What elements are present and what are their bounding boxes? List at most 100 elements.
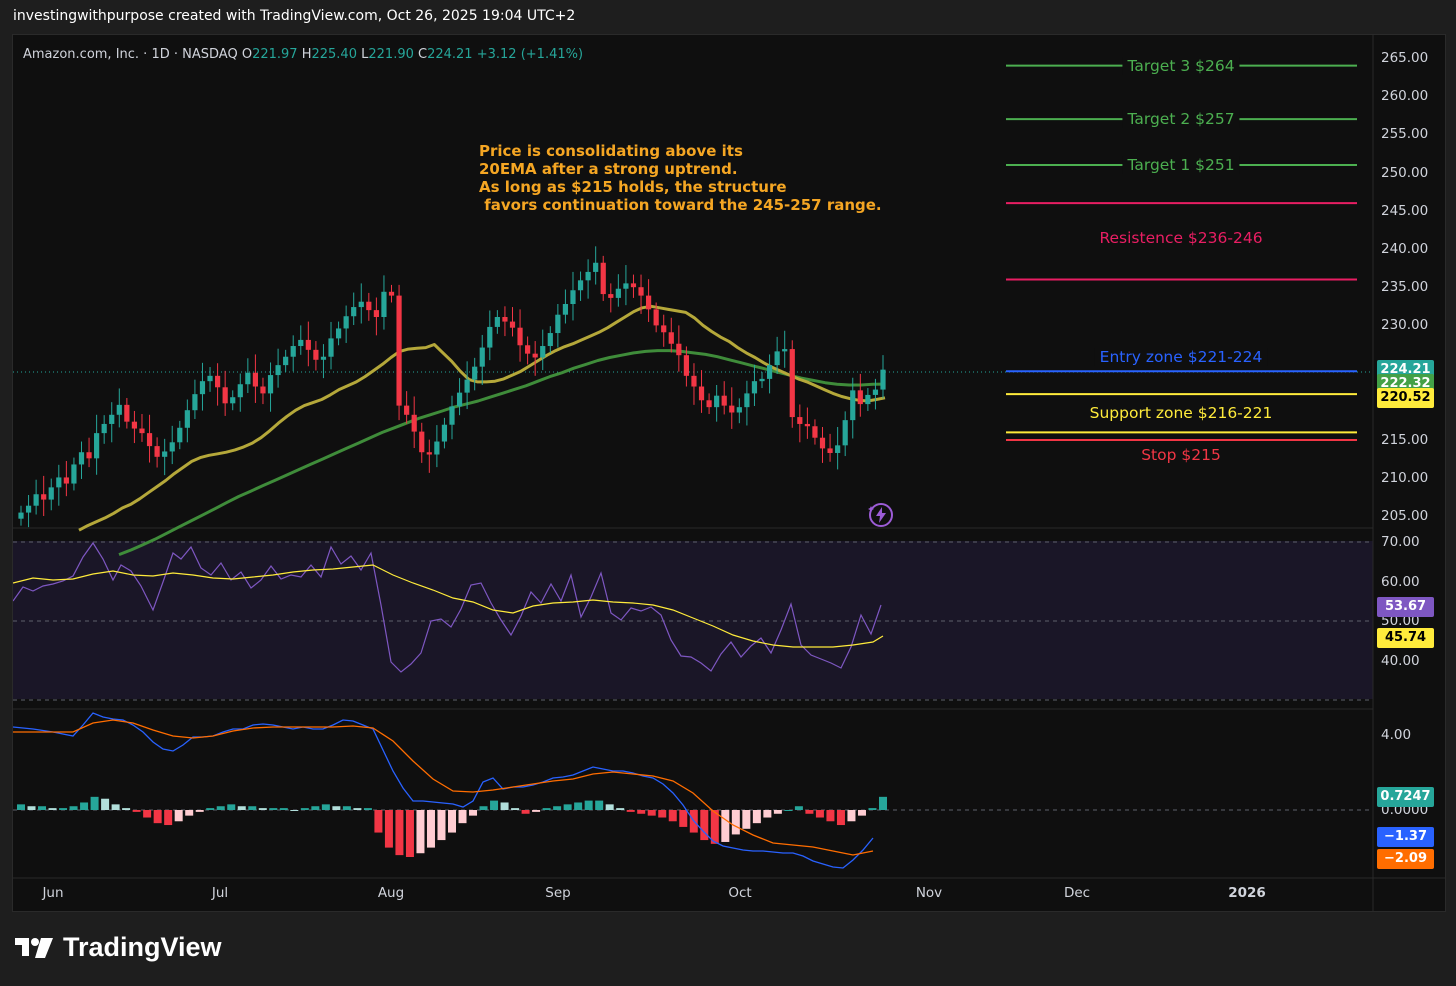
macd-bar bbox=[132, 810, 141, 812]
candle-body bbox=[525, 345, 531, 354]
candle-body bbox=[71, 464, 77, 484]
candle-body bbox=[751, 381, 758, 394]
candle-series bbox=[18, 246, 886, 528]
candle-body bbox=[819, 437, 826, 449]
candle-body bbox=[608, 294, 614, 298]
lightning-icon[interactable] bbox=[865, 499, 897, 531]
candle-body bbox=[449, 406, 455, 425]
price-tick: 260.00 bbox=[1381, 88, 1429, 105]
macd-bar bbox=[647, 810, 656, 816]
candle-body bbox=[116, 404, 122, 415]
price-badge: 220.52 bbox=[1377, 387, 1434, 408]
macd-bar bbox=[237, 806, 246, 810]
price-tick: 240.00 bbox=[1381, 241, 1429, 257]
macd-bar bbox=[637, 810, 646, 814]
candle-body bbox=[865, 394, 871, 405]
level-label-entry: Entry zone $221-224 bbox=[1094, 348, 1268, 367]
candle-body bbox=[351, 307, 357, 317]
candle-body bbox=[177, 427, 183, 443]
candle-body bbox=[343, 316, 349, 329]
candle-body bbox=[25, 505, 32, 513]
price-tick: 245.00 bbox=[1381, 202, 1429, 219]
ema50-line bbox=[118, 349, 886, 557]
rsi-badge: 53.67 bbox=[1377, 596, 1434, 617]
candle-body bbox=[729, 405, 735, 413]
candle-body bbox=[623, 283, 629, 289]
macd-bar bbox=[374, 810, 383, 833]
candle-body bbox=[532, 353, 538, 358]
candle-body bbox=[162, 451, 168, 457]
candle-body bbox=[169, 442, 175, 452]
candle-body bbox=[645, 295, 652, 310]
candle-body bbox=[426, 452, 432, 455]
candle-body bbox=[850, 390, 856, 421]
macd-bar bbox=[731, 810, 740, 835]
macd-bar bbox=[563, 804, 572, 810]
macd-bar bbox=[826, 810, 835, 822]
analysis-note: Price is consolidating above its 20EMA a… bbox=[479, 142, 882, 214]
macd-bar bbox=[805, 810, 814, 814]
macd-bar bbox=[469, 810, 478, 816]
candle-body bbox=[146, 433, 153, 447]
month-label-aug: Aug bbox=[377, 885, 405, 901]
candle-body bbox=[320, 356, 327, 360]
macd-bar bbox=[542, 808, 551, 810]
macd-bar bbox=[763, 810, 772, 818]
price-tick: 250.00 bbox=[1381, 164, 1429, 181]
candle-body bbox=[139, 428, 145, 434]
candle-body bbox=[404, 405, 410, 415]
macd-bar bbox=[342, 806, 351, 810]
month-label-oct: Oct bbox=[728, 885, 752, 901]
candle-body bbox=[411, 414, 417, 432]
macd-bar bbox=[80, 802, 89, 810]
candle-body bbox=[260, 386, 266, 394]
candle-body bbox=[131, 421, 138, 429]
candle-body bbox=[396, 295, 402, 406]
tradingview-logo[interactable]: TradingView bbox=[15, 932, 222, 963]
candle-body bbox=[782, 349, 788, 352]
candle-body bbox=[502, 316, 508, 322]
candle-body bbox=[41, 494, 47, 500]
candle-body bbox=[154, 446, 160, 457]
candle-body bbox=[305, 339, 311, 350]
candle-body bbox=[328, 338, 334, 357]
candle-body bbox=[192, 394, 198, 411]
macd-bar bbox=[38, 806, 47, 810]
price-tick: 210.00 bbox=[1381, 470, 1429, 487]
candle-body bbox=[48, 487, 54, 500]
symbol-label: Amazon.com, Inc. · 1D · NASDAQ bbox=[23, 47, 238, 62]
candle-body bbox=[472, 366, 478, 380]
macd-bar bbox=[153, 810, 162, 824]
macd-badge: −1.37 bbox=[1377, 827, 1434, 847]
candle-body bbox=[358, 301, 364, 308]
candle-body bbox=[562, 304, 569, 315]
brand-name: TradingView bbox=[63, 932, 222, 962]
candle-body bbox=[600, 262, 606, 295]
macd-bar bbox=[605, 804, 614, 810]
candle-body bbox=[759, 378, 765, 382]
chart-credit: investingwithpurpose created with Tradin… bbox=[13, 8, 576, 24]
candle-body bbox=[366, 301, 372, 311]
month-label-dec: Dec bbox=[1063, 885, 1091, 901]
candle-body bbox=[577, 280, 584, 291]
candle-body bbox=[638, 287, 644, 296]
macd-bar bbox=[59, 808, 68, 810]
price-tick: 230.00 bbox=[1381, 317, 1429, 334]
level-label-target: Target 3 $264 bbox=[1122, 56, 1240, 75]
candle-body bbox=[464, 379, 470, 393]
level-label-resistance-label: Resistence $236-246 bbox=[1099, 228, 1263, 247]
candle-body bbox=[494, 316, 500, 327]
candle-body bbox=[857, 390, 863, 405]
candle-body bbox=[872, 389, 879, 395]
macd-bar bbox=[311, 806, 320, 810]
candle-body bbox=[774, 351, 780, 366]
macd-bar bbox=[490, 800, 499, 810]
candle-body bbox=[33, 494, 39, 506]
month-label-jul: Jul bbox=[211, 885, 229, 901]
macd-bar bbox=[574, 802, 583, 810]
chart-frame[interactable]: Amazon.com, Inc. · 1D · NASDAQ O221.97 H… bbox=[12, 34, 1446, 912]
macd-bar bbox=[17, 804, 25, 810]
candle-body bbox=[570, 290, 576, 305]
candle-body bbox=[797, 417, 803, 424]
macd-bar bbox=[258, 808, 267, 810]
